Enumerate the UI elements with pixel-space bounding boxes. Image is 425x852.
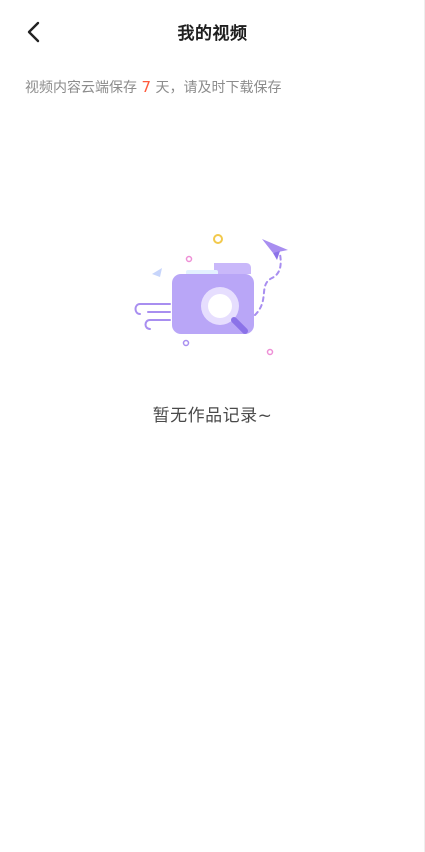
decor-circle-pink-top [185,255,193,263]
decor-circle-pink-bottom [266,348,274,356]
folder-search-icon [134,234,288,356]
notice-prefix: 视频内容云端保存 [25,80,142,96]
wind-lines [134,303,171,330]
paper-plane-shape [262,239,288,253]
folder-tab [214,263,251,274]
magnifier-glass [208,294,232,318]
app-screen: 我的视频 视频内容云端保存 7 天，请及时下载保存 暂无作品记录~ [0,0,425,852]
top-nav-bar: 我的视频 [0,0,425,62]
small-plane-shape [152,268,162,277]
notice-days: 7 [141,78,151,96]
storage-notice: 视频内容云端保存 7 天，请及时下载保存 [25,77,281,97]
decor-circle-purple-bottom [182,339,190,347]
decor-circle-yellow [213,234,223,244]
notice-suffix: 天，请及时下载保存 [151,80,282,96]
empty-state-message: 暂无作品记录~ [152,406,273,426]
page-title: 我的视频 [177,24,248,44]
flight-path [254,253,282,316]
